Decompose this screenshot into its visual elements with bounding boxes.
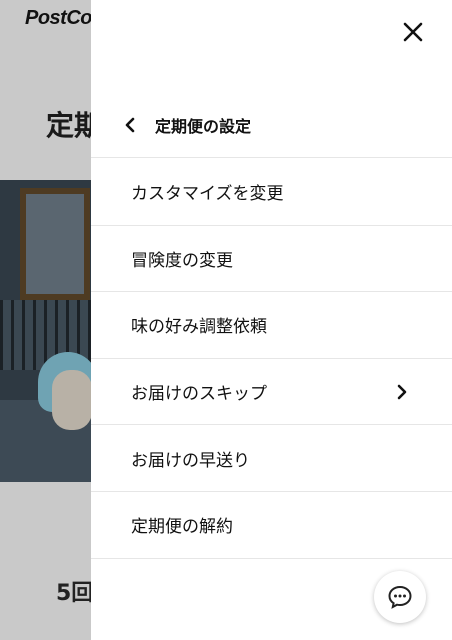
- menu-item-adventure-level[interactable]: 冒険度の変更: [91, 226, 452, 293]
- drawer-header: 定期便の設定: [91, 92, 452, 158]
- menu-item-label: お届けの早送り: [131, 450, 250, 471]
- photo-frame: [20, 188, 90, 300]
- menu-item-label: 味の好み調整依頼: [131, 317, 267, 338]
- back-button[interactable]: [115, 110, 145, 140]
- close-icon: [403, 22, 423, 42]
- drawer-title: 定期便の設定: [155, 116, 252, 136]
- chevron-right-icon: [397, 384, 407, 399]
- menu-item-label: 冒険度の変更: [131, 250, 233, 271]
- menu-item-customize[interactable]: カスタマイズを変更: [91, 159, 452, 226]
- menu-item-label: カスタマイズを変更: [131, 184, 284, 205]
- close-button[interactable]: [400, 19, 426, 45]
- background-bottom-text: 5回: [56, 581, 94, 606]
- menu-item-label: お届けのスキップ: [131, 384, 267, 405]
- chevron-left-icon: [125, 117, 135, 132]
- settings-drawer: 定期便の設定 カスタマイズを変更 冒険度の変更 味の好み調整依頼 お届けのスキッ…: [91, 0, 452, 640]
- settings-menu: カスタマイズを変更 冒険度の変更 味の好み調整依頼 お届けのスキップ お届けの早…: [91, 159, 452, 559]
- menu-item-label: 定期便の解約: [131, 517, 233, 538]
- menu-item-cancel-subscription[interactable]: 定期便の解約: [91, 492, 452, 559]
- menu-item-skip-delivery[interactable]: お届けのスキップ: [91, 359, 452, 426]
- site-logo: PostCo: [25, 7, 93, 29]
- chat-bubble-icon: [388, 585, 412, 609]
- hero-photo: [0, 180, 92, 482]
- menu-item-fast-forward-delivery[interactable]: お届けの早送り: [91, 425, 452, 492]
- menu-item-taste-adjustment[interactable]: 味の好み調整依頼: [91, 292, 452, 359]
- chat-button[interactable]: [374, 571, 426, 623]
- stuffed-toy: [52, 370, 92, 430]
